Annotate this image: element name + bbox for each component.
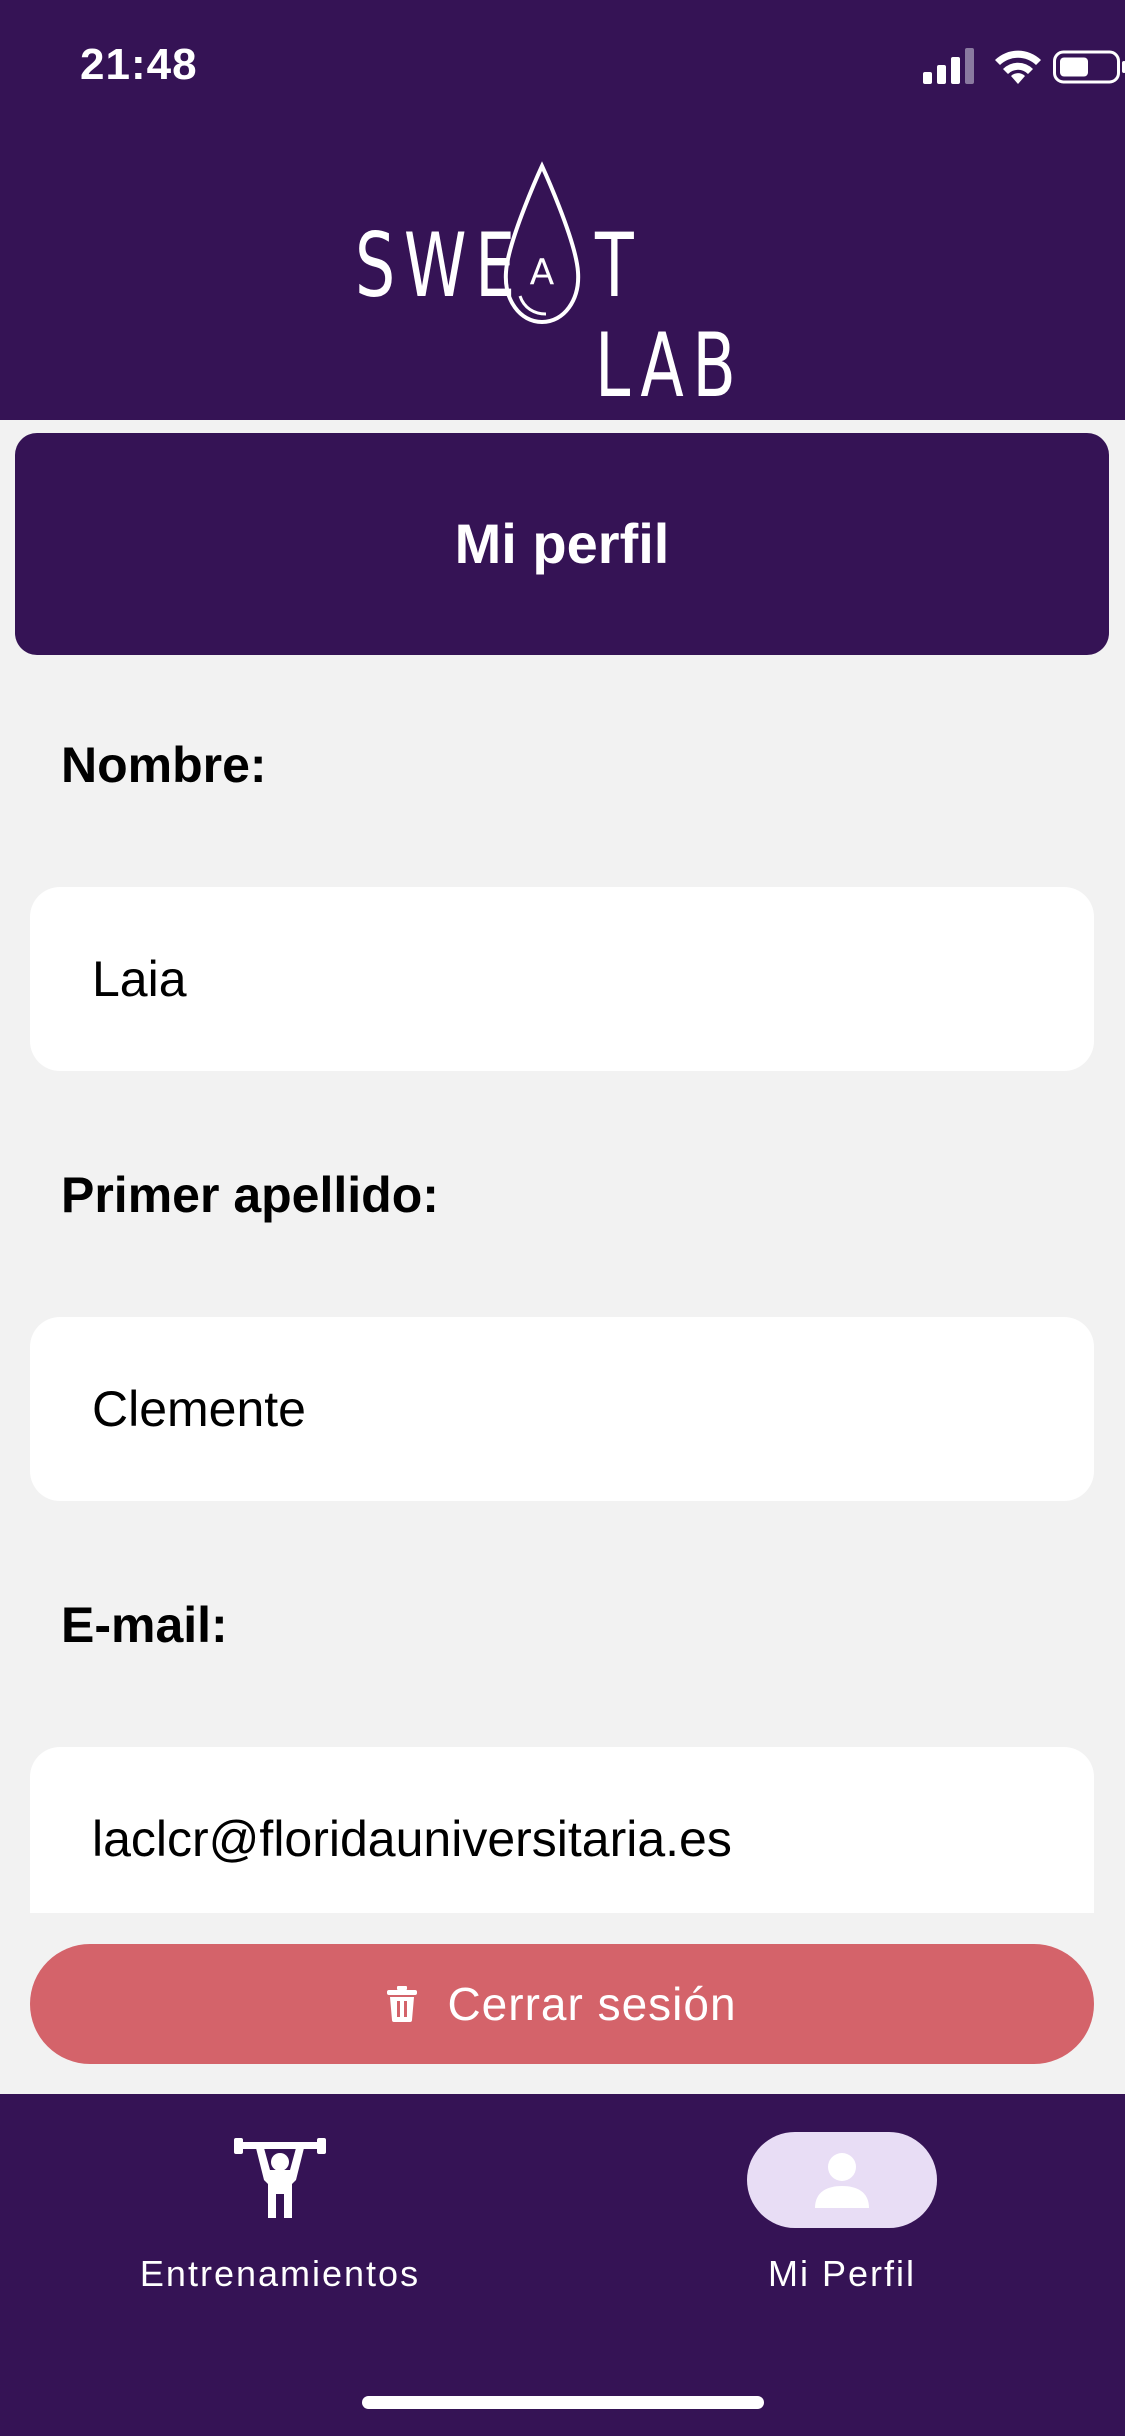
- nav-item-entrenamientos[interactable]: Entrenamientos: [80, 2094, 480, 2354]
- name-field[interactable]: Laia: [30, 887, 1094, 1071]
- email-value: laclcr@floridauniversitaria.es: [92, 1811, 732, 1867]
- logo-drop-letter: A: [530, 252, 555, 293]
- weightlifter-icon: [234, 2138, 326, 2218]
- email-field[interactable]: laclcr@floridauniversitaria.es: [30, 1747, 1094, 1913]
- surname-label: Primer apellido:: [61, 1167, 439, 1223]
- nav-item-mi-perfil[interactable]: Mi Perfil: [642, 2094, 1042, 2354]
- logo-text-right: T LAB: [595, 214, 745, 417]
- logout-button[interactable]: Cerrar sesión: [30, 1944, 1094, 2064]
- email-label: E-mail:: [61, 1597, 228, 1653]
- profile-header: Mi perfil: [15, 433, 1109, 655]
- logout-label: Cerrar sesión: [447, 1978, 737, 2030]
- active-indicator: [747, 2132, 937, 2228]
- wifi-icon: [995, 50, 1041, 84]
- sweat-lab-logo: SWE A T LAB: [340, 160, 790, 417]
- top-bar: 21:48 SWE A T LAB: [0, 0, 1125, 420]
- surname-value: Clemente: [92, 1381, 306, 1437]
- status-time: 21:48: [80, 40, 198, 89]
- bottom-nav: Entrenamientos Mi Perfil: [0, 2094, 1125, 2436]
- nav-label-mi-perfil: Mi Perfil: [767, 2253, 916, 2294]
- person-icon: [815, 2153, 869, 2208]
- surname-field[interactable]: Clemente: [30, 1317, 1094, 1501]
- name-label: Nombre:: [61, 737, 267, 793]
- drop-icon: A: [503, 161, 581, 325]
- page-title: Mi perfil: [454, 512, 670, 575]
- name-value: Laia: [92, 951, 187, 1007]
- signal-icon: [923, 48, 974, 84]
- nav-label-entrenamientos: Entrenamientos: [139, 2253, 421, 2294]
- trash-icon: [387, 1986, 418, 2022]
- battery-icon: [1053, 50, 1125, 84]
- home-indicator: [362, 2396, 764, 2409]
